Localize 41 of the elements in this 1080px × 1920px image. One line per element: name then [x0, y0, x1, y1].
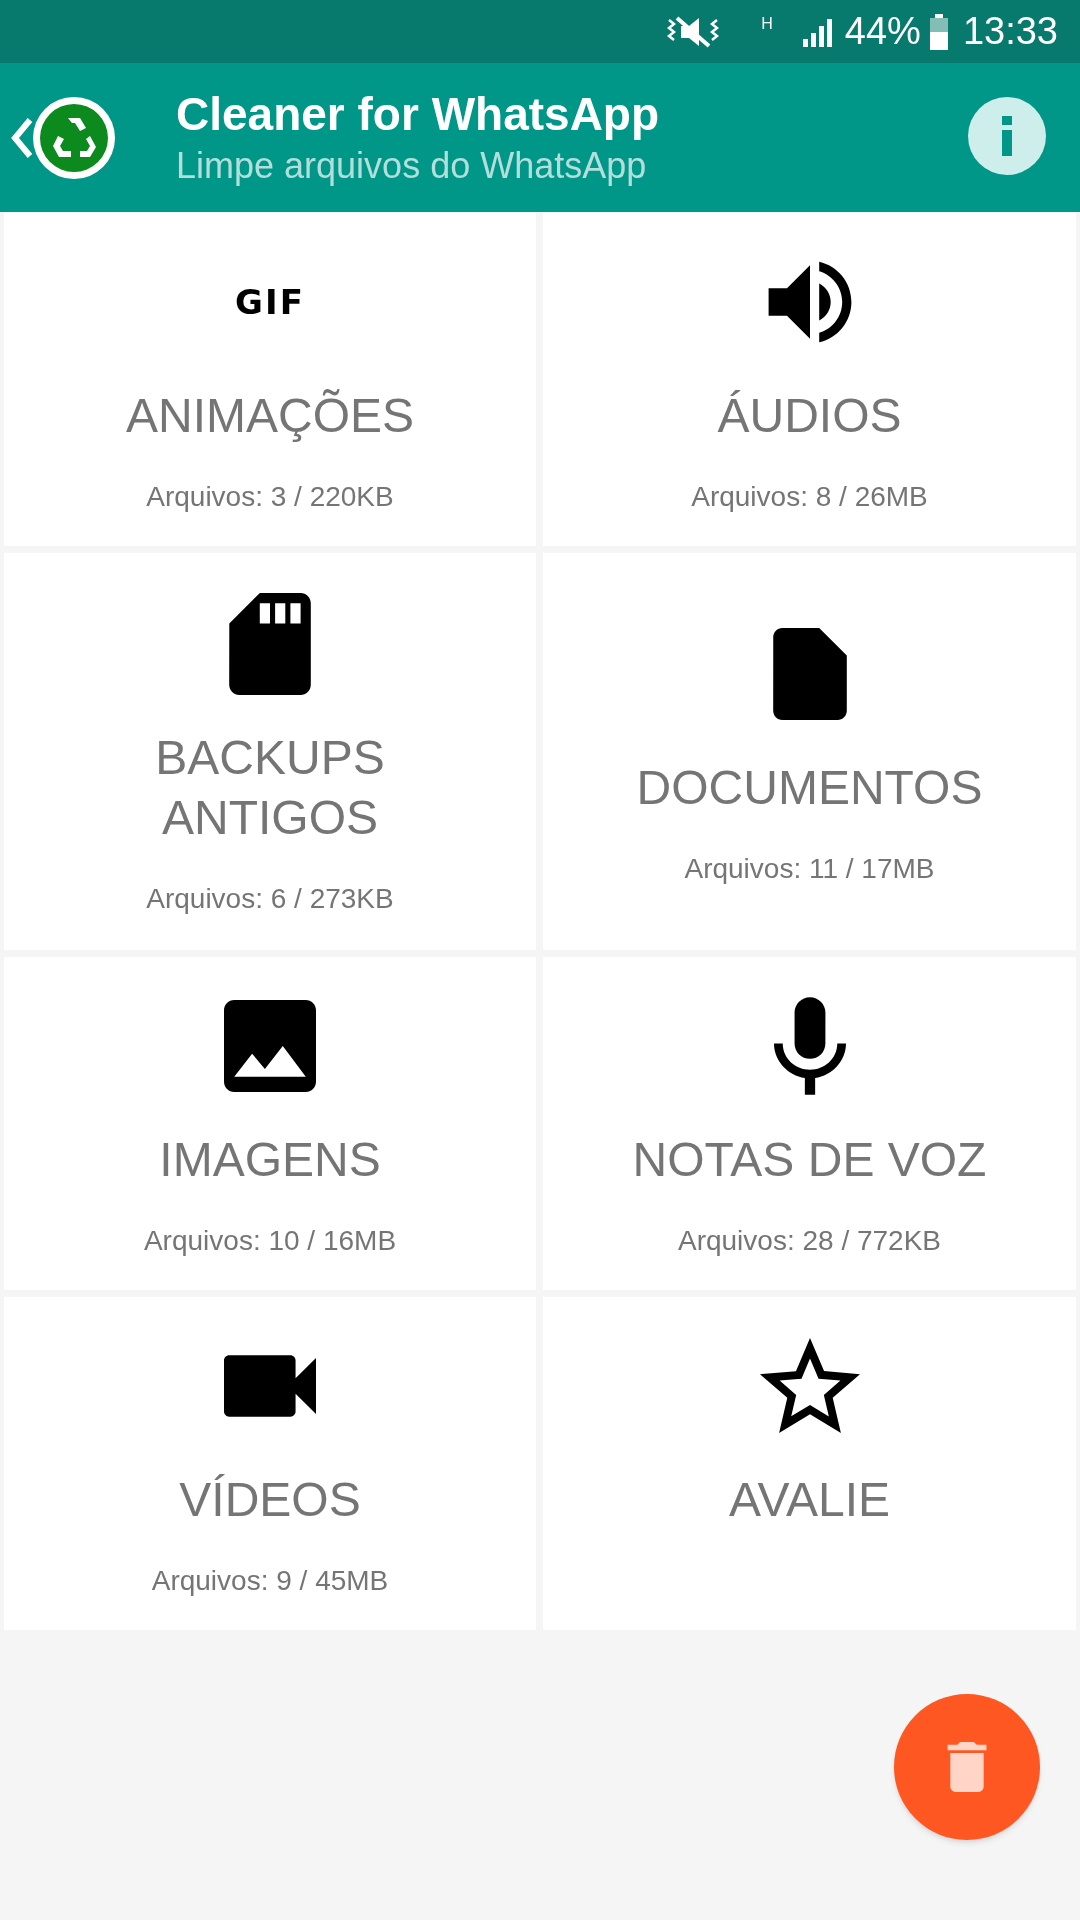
document-icon	[772, 627, 847, 720]
category-card[interactable]: GIF ANIMAÇÕES Arquivos: 3 / 220KB	[4, 213, 536, 546]
category-title: AVALIE	[729, 1471, 890, 1528]
app-title: Cleaner for WhatsApp	[176, 86, 660, 142]
category-card[interactable]: IMAGENS Arquivos: 10 / 16MB	[4, 957, 536, 1290]
battery-icon	[928, 13, 949, 50]
trash-icon	[945, 1742, 989, 1792]
category-card[interactable]: DOCUMENTOS Arquivos: 11 / 17MB	[543, 553, 1076, 950]
clock: 13:33	[962, 9, 1058, 54]
category-title: BACKUPS ANTIGOS	[155, 729, 385, 846]
sd-card-icon	[229, 592, 311, 695]
network-type: H	[761, 14, 773, 34]
recycle-logo-icon	[32, 95, 116, 180]
file-count: Arquivos: 28 / 772KB	[677, 1223, 941, 1258]
info-icon	[1001, 116, 1013, 156]
category-card[interactable]: VÍDEOS Arquivos: 9 / 45MB	[4, 1297, 536, 1630]
file-count: Arquivos: 11 / 17MB	[684, 851, 935, 886]
category-card[interactable]: BACKUPS ANTIGOS Arquivos: 6 / 273KB	[4, 553, 536, 950]
gif-icon: GIF	[235, 284, 305, 319]
category-card[interactable]: AVALIE	[543, 1297, 1076, 1630]
back-button[interactable]	[10, 95, 116, 180]
image-icon	[224, 999, 316, 1092]
category-card[interactable]: ÁUDIOS Arquivos: 8 / 26MB	[543, 213, 1076, 546]
category-card[interactable]: NOTAS DE VOZ Arquivos: 28 / 772KB	[543, 957, 1076, 1290]
category-title: IMAGENS	[159, 1131, 381, 1188]
file-count: Arquivos: 9 / 45MB	[151, 1563, 389, 1598]
video-camera-icon	[224, 1354, 316, 1417]
app-subtitle: Limpe arquivos do WhatsApp	[176, 143, 648, 188]
file-count: Arquivos: 3 / 220KB	[146, 479, 394, 514]
battery-percent: 44%	[844, 9, 921, 54]
microphone-icon	[773, 996, 846, 1095]
category-title: ÁUDIOS	[717, 387, 902, 444]
category-title: VÍDEOS	[179, 1471, 361, 1528]
file-count: Arquivos: 6 / 273KB	[146, 881, 394, 916]
back-chevron-icon	[10, 115, 34, 160]
category-title: NOTAS DE VOZ	[632, 1131, 987, 1188]
category-title: ANIMAÇÕES	[125, 387, 414, 444]
star-icon	[759, 1338, 860, 1433]
file-count: Arquivos: 8 / 26MB	[691, 479, 928, 514]
file-count: Arquivos: 10 / 16MB	[143, 1223, 397, 1258]
category-title: DOCUMENTOS	[636, 759, 983, 816]
